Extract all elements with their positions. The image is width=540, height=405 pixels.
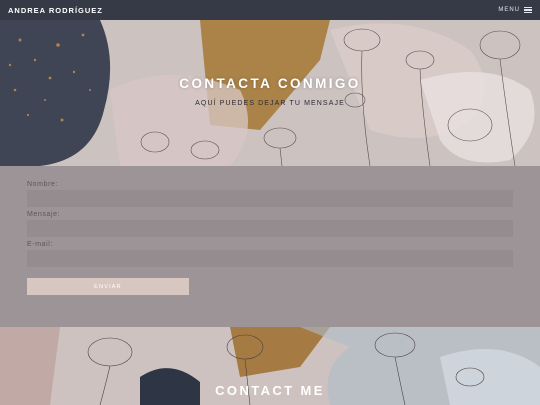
footer-banner: CONTACT ME — [0, 327, 540, 405]
message-label: Mensaje: — [27, 211, 61, 218]
submit-button[interactable]: ENVIAR — [27, 278, 189, 295]
menu-button[interactable]: MENU — [498, 6, 532, 15]
name-field[interactable] — [27, 190, 513, 207]
page-subtitle: AQUÍ PUEDES DEJAR TU MENSAJE — [195, 100, 345, 107]
menu-label: MENU — [498, 7, 520, 13]
page-title: CONTACTA CONMIGO — [179, 76, 361, 91]
contact-form: Nombre: Mensaje: E-mail: ENVIAR — [0, 166, 540, 327]
floral-watercolor-background — [0, 20, 540, 166]
site-brand[interactable]: ANDREA RODRÍGUEZ — [8, 6, 103, 15]
hero-banner: CONTACTA CONMIGO AQUÍ PUEDES DEJAR TU ME… — [0, 20, 540, 166]
hamburger-icon — [524, 6, 532, 15]
message-field[interactable] — [27, 220, 513, 237]
name-label: Nombre: — [27, 181, 59, 188]
footer-title: CONTACT ME — [215, 383, 325, 398]
navbar: ANDREA RODRÍGUEZ MENU — [0, 0, 540, 20]
email-label: E-mail: — [27, 241, 53, 248]
email-field[interactable] — [27, 250, 513, 267]
